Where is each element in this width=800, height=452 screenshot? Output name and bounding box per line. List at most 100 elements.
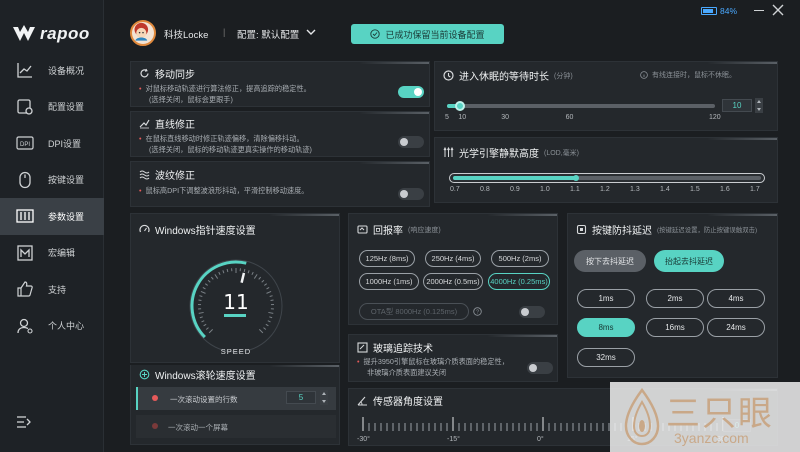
glass-tracking-desc: • 提升3950引擎鼠标在玻璃介质表面的稳定性， 非玻璃介质表面建议关闭 xyxy=(357,357,509,377)
gauge-tick xyxy=(222,270,225,274)
ripple-control-title: 波纹修正 xyxy=(155,171,195,182)
lod-tick-label: 1.0 xyxy=(540,186,550,193)
ripple-control-desc-line1: 鼠标高DPI下调整波浪形抖动，平滑控制移动速度。 xyxy=(145,186,309,195)
gauge-tick xyxy=(200,290,206,294)
debounce-option-1ms[interactable]: 1ms xyxy=(577,289,635,308)
polling-rate-panel: 回报率 (响应速度) 125Hz (8ms) 250Hz (4ms) 500Hz… xyxy=(348,213,558,325)
debounce-title: 按键防抖延迟 xyxy=(592,226,652,237)
sidebar-item-macro[interactable]: 宏编辑 xyxy=(0,235,104,272)
polling-option-250[interactable]: 250Hz (4ms) xyxy=(425,250,481,267)
sidebar-item-device-overview[interactable]: 设备概况 xyxy=(0,52,104,89)
sleep-tick-label: 30 xyxy=(501,114,510,121)
collapse-sidebar-icon[interactable] xyxy=(16,414,32,430)
debounce-option-4ms[interactable]: 4ms xyxy=(707,289,765,308)
sleep-hint-text: 有线连接时，鼠标不休眠。 xyxy=(652,72,736,79)
gauge-tick xyxy=(203,323,207,327)
angle-snap-icon xyxy=(139,119,150,129)
polling-rate-title: 回报率 xyxy=(373,226,403,237)
sleep-value-stepper[interactable] xyxy=(755,98,763,113)
ripple-control-toggle[interactable] xyxy=(398,188,424,200)
sidebar-item-support[interactable]: 支持 xyxy=(0,271,104,308)
sidebar-item-label: DPI设置 xyxy=(48,138,82,149)
debounce-option-16ms[interactable]: 16ms xyxy=(646,318,704,337)
sleep-tick-label: 5 xyxy=(445,114,449,121)
sleep-tick-label: 120 xyxy=(708,114,721,121)
sidebar-item-label: 按键设置 xyxy=(48,175,85,186)
lod-tick-label: 1.3 xyxy=(630,186,640,193)
motion-sync-panel: 移动同步 • 对鼠标移动轨迹进行算法修正，提高追踪的稳定性。 (选择关闭，鼠标会更… xyxy=(130,61,430,107)
gauge-tick xyxy=(261,279,265,283)
sleep-slider-handle[interactable] xyxy=(455,101,466,111)
polling-option-2000[interactable]: 2000Hz (0.5ms) xyxy=(423,273,483,290)
sidebar-item-dpi[interactable]: DPI DPI设置 xyxy=(0,125,104,162)
scroll-lines-input[interactable]: 5 xyxy=(286,391,316,404)
watermark-logo-icon xyxy=(624,388,660,446)
sidebar: rapoo 设备概况 配置设置 DPI DPI设置 按键设置 参数设置 宏编辑 … xyxy=(0,0,104,452)
gauge-tick xyxy=(208,328,214,334)
angle-tick-label: -15° xyxy=(447,436,460,443)
polling-option-125[interactable]: 125Hz (8ms) xyxy=(359,250,415,267)
scroll-lines-radio[interactable] xyxy=(152,395,158,401)
sleep-timer-title: 进入休眠的等待时长 xyxy=(459,72,549,83)
lod-tick-label: 1.1 xyxy=(570,186,580,193)
ripple-control-desc: • 鼠标高DPI下调整波浪形抖动，平滑控制移动速度。 xyxy=(139,186,309,195)
debounce-panel: 按键防抖延迟 (按键延迟设置，防止按键误触双击) 按下去抖延迟 抬起去抖延迟 1… xyxy=(567,213,778,378)
polling-option-500[interactable]: 500Hz (2ms) xyxy=(491,250,549,267)
close-icon[interactable] xyxy=(772,4,784,16)
polling-option-4000[interactable]: 4000Hz (0.25ms) xyxy=(488,273,550,290)
scroll-lines-option[interactable]: 一次滚动设置的行数 5 xyxy=(136,387,336,410)
glass-tracking-toggle[interactable] xyxy=(527,362,553,374)
scroll-lines-stepper[interactable] xyxy=(320,390,328,405)
angle-snap-toggle[interactable] xyxy=(398,136,424,148)
svg-text:?: ? xyxy=(476,310,479,316)
debounce-option-24ms[interactable]: 24ms xyxy=(707,318,765,337)
gauge-tick xyxy=(243,268,246,273)
debounce-option-32ms[interactable]: 32ms xyxy=(577,348,635,367)
sidebar-item-parameter-settings[interactable]: 参数设置 xyxy=(0,198,104,235)
polling-option-ota-8000[interactable]: OTA型 8000Hz (0.125ms) xyxy=(359,303,469,320)
motion-sync-toggle[interactable] xyxy=(398,86,424,98)
debounce-option-2ms[interactable]: 2ms xyxy=(646,289,704,308)
sidebar-item-label: 支持 xyxy=(48,284,67,295)
sidebar-item-profile-config[interactable]: 配置设置 xyxy=(0,89,104,126)
sleep-value-input[interactable]: 10 xyxy=(722,99,752,112)
sleep-hint: 有线连接时，鼠标不休眠。 xyxy=(640,70,736,80)
minimize-button[interactable] xyxy=(754,10,764,11)
gauge-tick xyxy=(251,271,254,276)
sidebar-item-label: 配置设置 xyxy=(48,102,85,113)
lod-slider[interactable] xyxy=(453,175,761,181)
gauge-tick xyxy=(258,276,262,280)
gauge-tick xyxy=(265,323,269,327)
sleep-slider[interactable] xyxy=(447,101,715,111)
profile-selector[interactable]: 配置: 默认配置 xyxy=(237,27,299,41)
gauge-tick xyxy=(226,268,229,273)
sidebar-item-label: 设备概况 xyxy=(48,65,85,76)
press-debounce-button[interactable]: 按下去抖延迟 xyxy=(574,250,646,272)
header-separator: | xyxy=(223,27,226,37)
glass-icon xyxy=(357,342,368,353)
release-debounce-button[interactable]: 抬起去抖延迟 xyxy=(654,250,724,272)
info-icon xyxy=(640,71,648,79)
chevron-down-icon[interactable] xyxy=(306,27,316,37)
debounce-option-8ms[interactable]: 8ms xyxy=(577,318,635,337)
sleep-timer-header: 进入休眠的等待时长 (分钟) xyxy=(443,68,573,83)
motion-sync-title: 移动同步 xyxy=(155,70,195,81)
scroll-page-option[interactable]: 一次滚动一个屏幕 xyxy=(136,415,336,438)
sensor-angle-header: 传感器角度设置 xyxy=(357,393,443,408)
angle-tick-label: -30° xyxy=(357,436,370,443)
ota-info-icon[interactable]: ? xyxy=(473,307,482,316)
avatar[interactable] xyxy=(130,20,156,46)
angle-snap-desc-line2: (选择关闭，鼠标的移动轨迹更真实操作的移动轨迹) xyxy=(149,145,312,154)
lod-slider-fill xyxy=(453,176,577,180)
rapoo-logo-icon xyxy=(13,25,35,41)
gauge-tick xyxy=(247,270,250,274)
scroll-page-radio[interactable] xyxy=(152,423,158,429)
gauge-tick xyxy=(198,311,204,314)
sidebar-item-user-center[interactable]: 个人中心 xyxy=(0,308,104,345)
sidebar-item-button-settings[interactable]: 按键设置 xyxy=(0,162,104,199)
scroll-speed-panel: Windows滚轮速度设置 一次滚动设置的行数 5 一次滚动一个屏幕 xyxy=(130,365,340,445)
lod-tick-label: 0.9 xyxy=(510,186,520,193)
ota-8000-toggle[interactable] xyxy=(519,306,545,318)
polling-option-1000[interactable]: 1000Hz (1ms) xyxy=(359,273,419,290)
debounce-header: 按键防抖延迟 (按键延迟设置，防止按键误触双击) xyxy=(576,222,757,237)
